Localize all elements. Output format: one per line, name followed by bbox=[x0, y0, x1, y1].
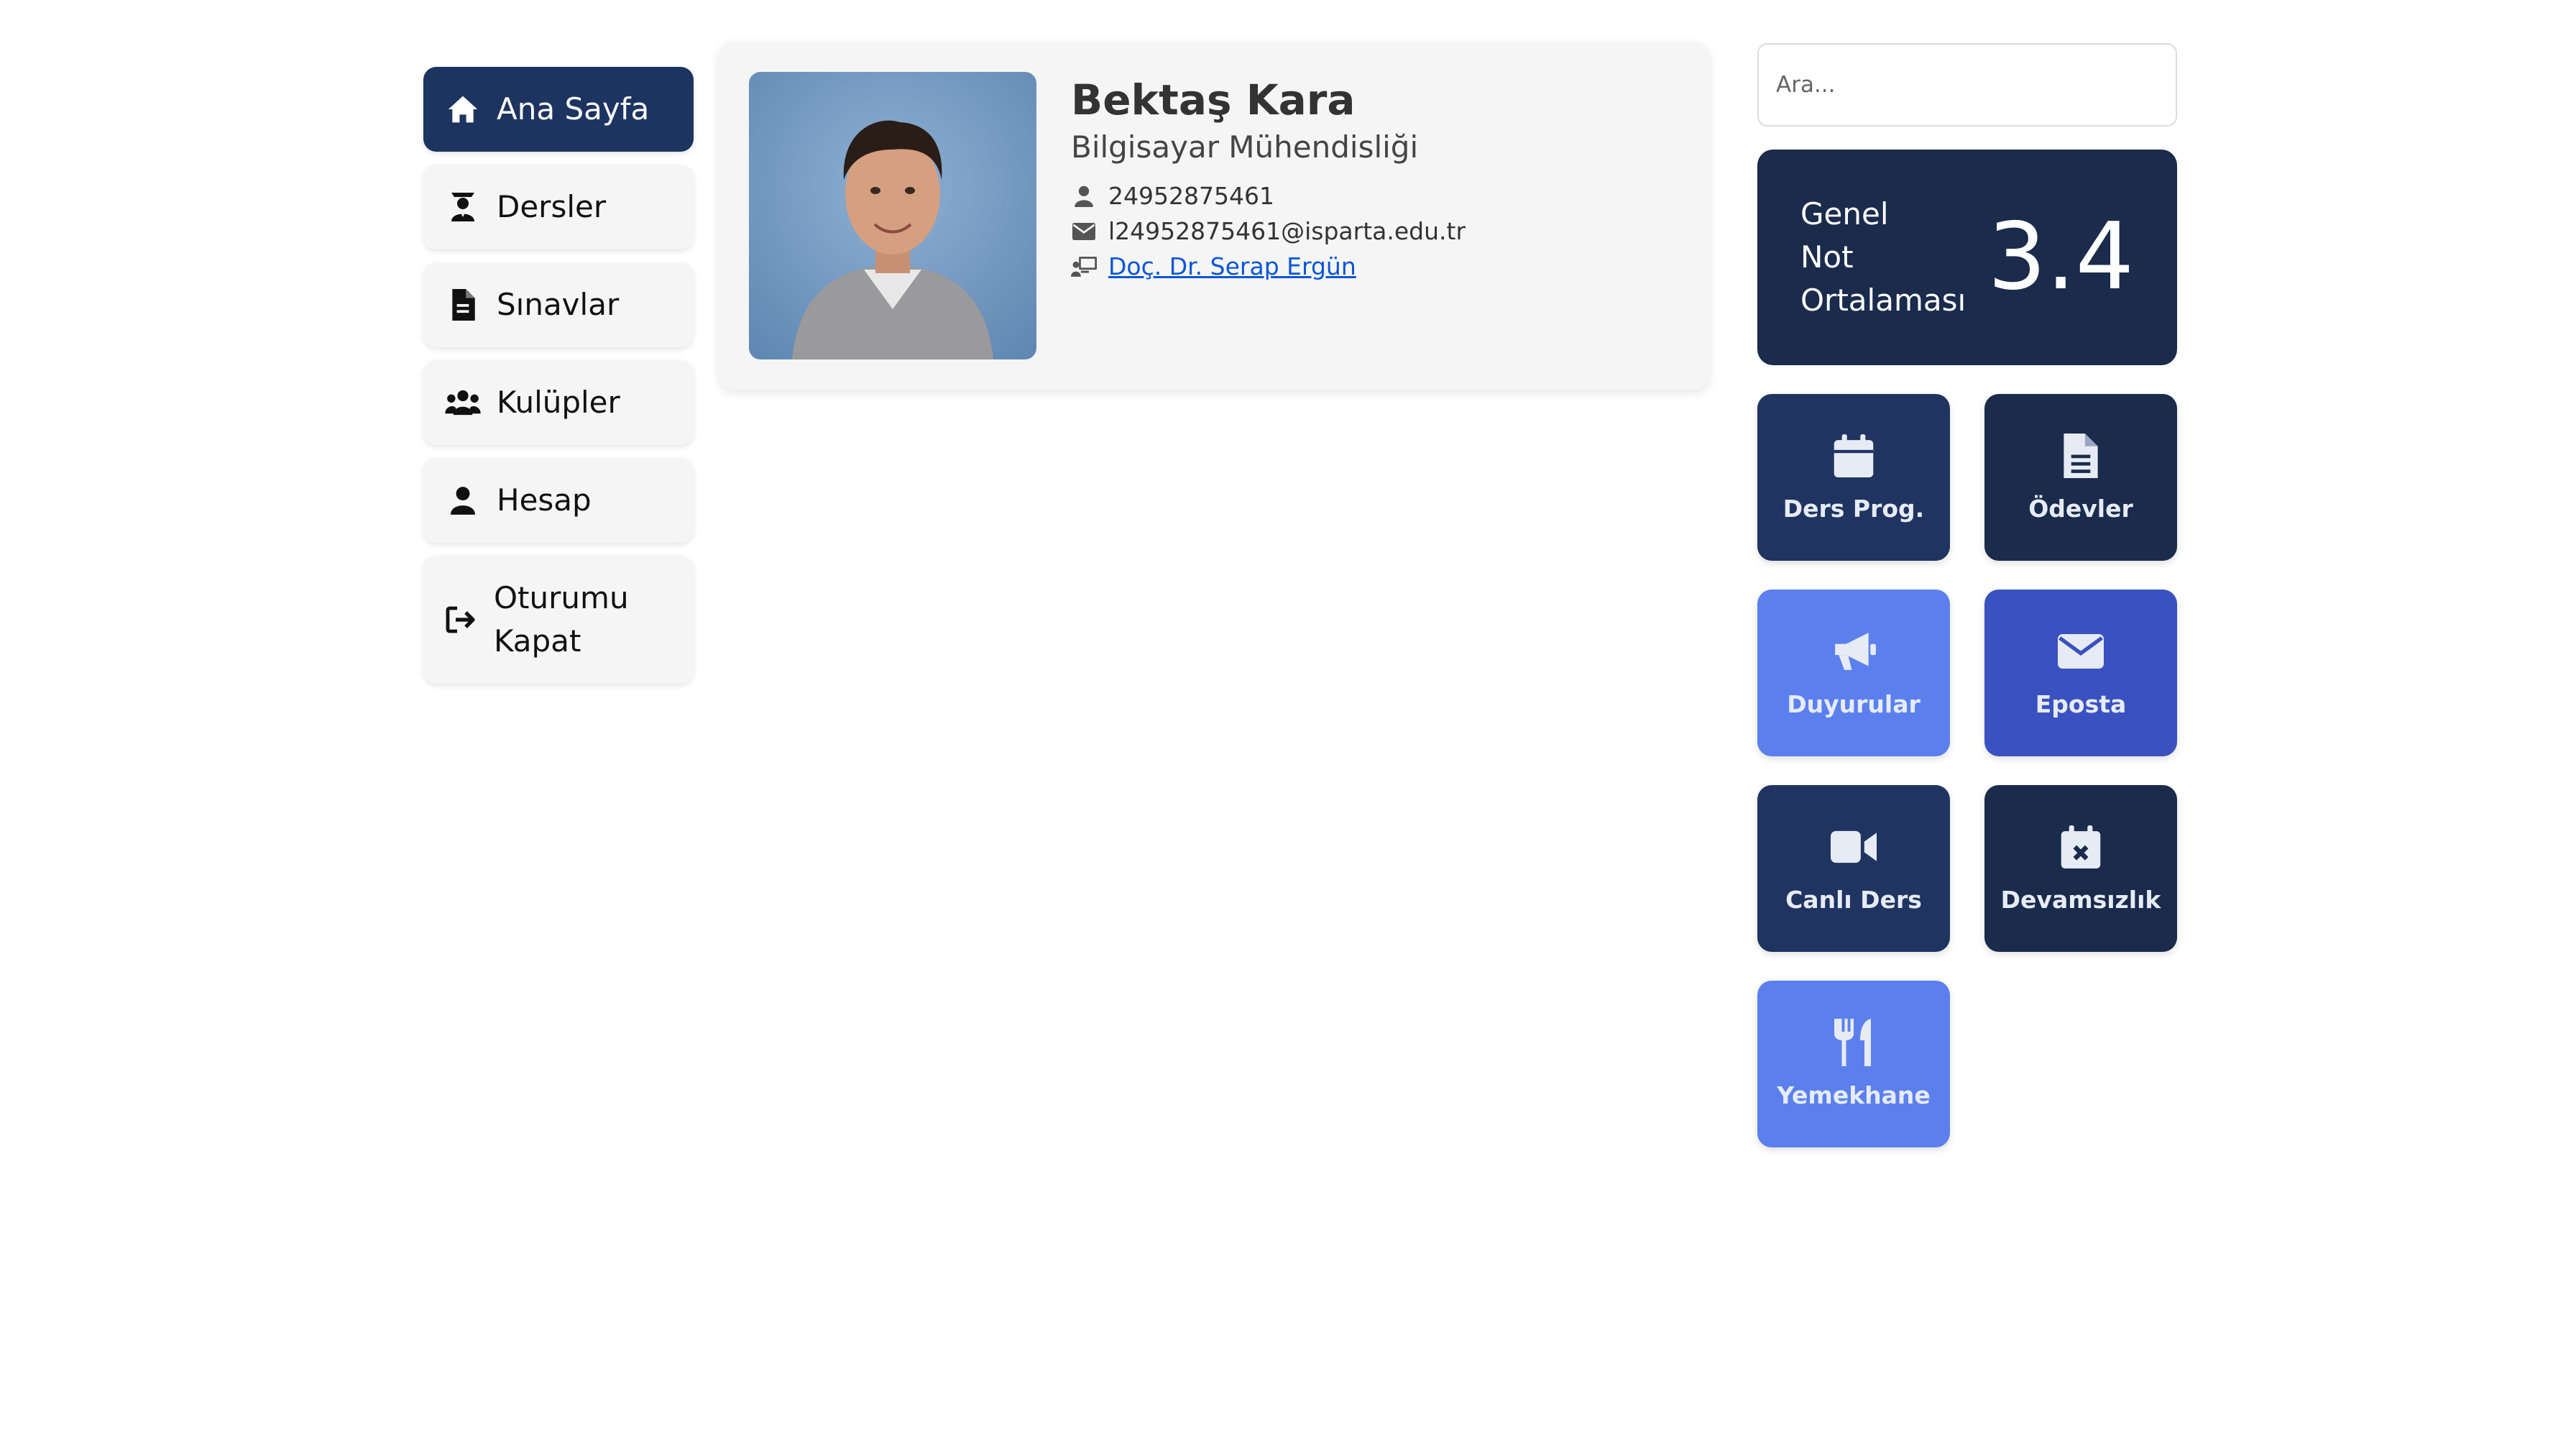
file-icon bbox=[2058, 433, 2104, 479]
document-icon bbox=[445, 287, 481, 323]
sidebar-item-sinavlar[interactable]: Sınavlar bbox=[423, 262, 694, 347]
sidebar-item-ana-sayfa[interactable]: Ana Sayfa bbox=[423, 67, 694, 152]
gpa-label: Genel Not Ortalaması bbox=[1800, 196, 1966, 318]
calendar-x-icon bbox=[2058, 824, 2104, 870]
logout-icon bbox=[443, 602, 479, 638]
utensils-icon bbox=[1831, 1018, 1877, 1066]
sidebar-item-label: Kulüpler bbox=[497, 385, 620, 420]
tile-duyurular[interactable]: Duyurular bbox=[1757, 590, 1950, 756]
profile-card: Bektaş Kara Bilgisayar Mühendisliği 2495… bbox=[719, 42, 1709, 390]
advisor-row: Doç. Dr. Serap Ergün bbox=[1071, 249, 1466, 284]
tile-label: Eposta bbox=[2035, 689, 2127, 718]
gpa-value: 3.4 bbox=[1987, 203, 2134, 311]
sidebar-item-oturumu-kapat[interactable]: Oturumu Kapat bbox=[423, 556, 694, 684]
sidebar-item-kulupler[interactable]: Kulüpler bbox=[423, 360, 694, 445]
sidebar-item-label: Sınavlar bbox=[497, 287, 620, 322]
tile-devamsizlik[interactable]: Devamsızlık bbox=[1984, 785, 2177, 952]
tile-label: Ders Prog. bbox=[1782, 494, 1925, 523]
advisor-link[interactable]: Doç. Dr. Serap Ergün bbox=[1108, 252, 1356, 280]
video-icon bbox=[1831, 824, 1877, 870]
teacher-icon bbox=[445, 189, 481, 225]
sidebar-item-label: Dersler bbox=[497, 189, 607, 224]
tile-yemekhane[interactable]: Yemekhane bbox=[1757, 981, 1950, 1147]
student-id: 24952875461 bbox=[1108, 182, 1274, 210]
tile-label: Duyurular bbox=[1787, 689, 1920, 718]
student-email-row: l24952875461@isparta.edu.tr bbox=[1071, 214, 1466, 249]
tile-label: Canlı Ders bbox=[1785, 885, 1922, 914]
sidebar-item-dersler[interactable]: Dersler bbox=[423, 165, 694, 249]
gpa-card: Genel Not Ortalaması 3.4 bbox=[1757, 150, 2177, 365]
sidebar: Ana Sayfa Dersler Sınavlar Kulüpler Hesa… bbox=[423, 67, 694, 697]
student-id-row: 24952875461 bbox=[1071, 178, 1466, 214]
megaphone-icon bbox=[1831, 628, 1877, 674]
student-name: Bektaş Kara bbox=[1071, 75, 1356, 124]
student-email: l24952875461@isparta.edu.tr bbox=[1108, 217, 1466, 245]
tile-ders-prog[interactable]: Ders Prog. bbox=[1757, 394, 1950, 561]
tile-canli-ders[interactable]: Canlı Ders bbox=[1757, 785, 1950, 952]
sidebar-item-label: Oturumu Kapat bbox=[494, 580, 629, 659]
user-icon bbox=[1071, 183, 1097, 209]
envelope-icon bbox=[1071, 219, 1097, 244]
student-department: Bilgisayar Mühendisliği bbox=[1071, 129, 1419, 165]
profile-info: Bektaş Kara Bilgisayar Mühendisliği 2495… bbox=[1071, 72, 1466, 359]
users-icon bbox=[445, 385, 481, 421]
sidebar-item-hesap[interactable]: Hesap bbox=[423, 458, 694, 543]
calendar-icon bbox=[1831, 433, 1877, 479]
chalkboard-teacher-icon bbox=[1071, 254, 1097, 280]
home-icon bbox=[445, 91, 481, 127]
tile-label: Ödevler bbox=[2028, 494, 2133, 523]
tile-odevler[interactable]: Ödevler bbox=[1984, 394, 2177, 561]
sidebar-item-label: Hesap bbox=[497, 482, 592, 518]
user-icon bbox=[445, 482, 481, 518]
tile-label: Devamsızlık bbox=[2000, 885, 2161, 914]
sidebar-item-label: Ana Sayfa bbox=[497, 91, 650, 127]
profile-photo bbox=[749, 72, 1036, 359]
tile-eposta[interactable]: Eposta bbox=[1984, 590, 2177, 756]
search-input[interactable] bbox=[1757, 43, 2177, 127]
tile-label: Yemekhane bbox=[1777, 1081, 1931, 1109]
envelope-icon bbox=[2058, 628, 2104, 674]
